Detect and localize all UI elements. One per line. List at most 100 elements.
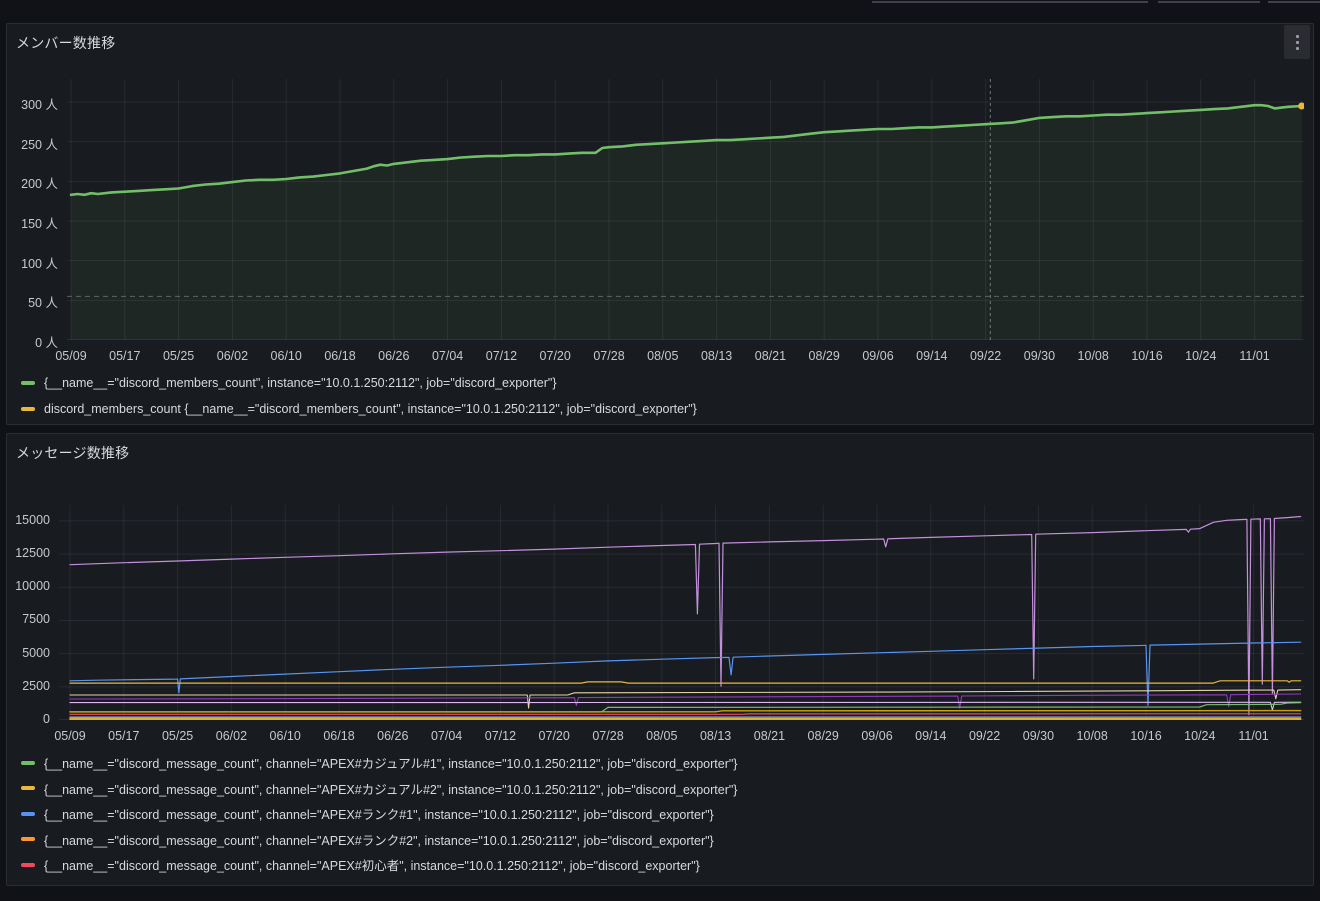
legend-item[interactable]: {__name__="discord_message_count", chann… (21, 776, 737, 802)
x-axis-tick-label: 07/20 (529, 729, 579, 743)
x-axis-tick-label: 09/06 (853, 349, 903, 363)
x-axis-tick-label: 08/13 (691, 729, 741, 743)
legend-series-label: {__name__="discord_message_count", chann… (44, 830, 714, 849)
x-axis-tick-label: 08/05 (638, 349, 688, 363)
y-axis-tick-label: 7500 (22, 612, 50, 626)
x-axis-tick-label: 06/02 (206, 729, 256, 743)
x-axis-tick-label: 06/10 (261, 349, 311, 363)
legend-item[interactable]: {__name__="discord_members_count", insta… (21, 370, 697, 396)
x-axis-tick-label: 09/14 (907, 349, 957, 363)
y-axis-tick-label: 100 人 (21, 253, 58, 272)
x-axis-tick-label: 08/29 (798, 729, 848, 743)
x-axis-tick-label: 07/28 (583, 729, 633, 743)
timeseries-plot[interactable] (67, 79, 1304, 340)
message-count-chart[interactable] (59, 505, 1304, 720)
panel-header: メッセージ数推移 (7, 434, 1313, 468)
toolbar-control-fragment (872, 0, 1148, 3)
x-axis-tick-label: 10/08 (1067, 729, 1117, 743)
x-axis-tick-label: 05/17 (100, 349, 150, 363)
x-axis-tick-label: 09/30 (1013, 729, 1063, 743)
legend-series-swatch-icon (21, 837, 35, 841)
y-axis-tick-label: 0 (43, 712, 50, 726)
chart-legend: {__name__="discord_message_count", chann… (21, 750, 737, 878)
x-axis-tick-label: 06/18 (315, 349, 365, 363)
panel-message-count: メッセージ数推移 {__name__="discord_message_coun… (6, 433, 1314, 886)
x-axis-tick-label: 05/09 (45, 729, 95, 743)
x-axis-tick-label: 06/26 (369, 349, 419, 363)
x-axis-tick-label: 05/25 (154, 349, 204, 363)
panel-title: メンバー数推移 (16, 33, 115, 53)
series-line[interactable] (70, 714, 1301, 715)
series-line[interactable] (70, 681, 1301, 683)
y-axis-tick-label: 5000 (22, 646, 50, 660)
series-line[interactable] (70, 642, 1301, 705)
series-line[interactable] (70, 517, 1301, 715)
y-axis-tick-label: 50 人 (28, 292, 58, 311)
x-axis-tick-label: 08/29 (799, 349, 849, 363)
legend-item[interactable]: {__name__="discord_message_count", chann… (21, 827, 737, 853)
toolbar-control-fragment (1268, 0, 1320, 3)
legend-item[interactable]: {__name__="discord_message_count", chann… (21, 801, 737, 827)
x-axis-tick-label: 10/08 (1068, 349, 1118, 363)
legend-item[interactable]: {__name__="discord_message_count", chann… (21, 750, 737, 776)
x-axis-tick-label: 06/10 (260, 729, 310, 743)
legend-series-swatch-icon (21, 761, 35, 765)
series-line[interactable] (70, 711, 1301, 712)
y-axis-tick-label: 2500 (22, 679, 50, 693)
grid-lines (59, 505, 1304, 720)
legend-series-swatch-icon (21, 812, 35, 816)
x-axis-tick-label: 09/06 (852, 729, 902, 743)
top-toolbar-fragment (0, 0, 1320, 23)
series-fill (71, 105, 1302, 340)
series-line[interactable] (70, 694, 1301, 708)
x-axis-tick-label: 07/28 (584, 349, 634, 363)
member-count-chart[interactable] (67, 79, 1304, 340)
x-axis-tick-label: 10/24 (1176, 349, 1226, 363)
x-axis-tick-label: 05/25 (153, 729, 203, 743)
legend-series-label: {__name__="discord_message_count", chann… (44, 753, 737, 772)
grafana-dashboard: メンバー数推移 {__name__="discord_members_count… (0, 0, 1320, 901)
x-axis-tick-label: 09/30 (1014, 349, 1064, 363)
y-axis-tick-label: 250 人 (21, 134, 58, 153)
legend-item[interactable]: discord_members_count {__name__="discord… (21, 396, 697, 422)
y-axis-tick-label: 150 人 (21, 213, 58, 232)
panel-member-count: メンバー数推移 {__name__="discord_members_count… (6, 23, 1314, 425)
x-axis-tick-label: 05/09 (46, 349, 96, 363)
y-axis-tick-label: 200 人 (21, 173, 58, 192)
x-axis-tick-label: 08/21 (745, 349, 795, 363)
legend-series-label: {__name__="discord_members_count", insta… (44, 376, 557, 390)
x-axis-tick-label: 11/01 (1230, 349, 1280, 363)
panel-title: メッセージ数推移 (16, 443, 129, 463)
x-axis-tick-label: 06/02 (207, 349, 257, 363)
legend-series-swatch-icon (21, 381, 35, 385)
y-axis-tick-label: 12500 (15, 546, 50, 560)
x-axis-tick-label: 08/05 (637, 729, 687, 743)
y-axis-tick-label: 300 人 (21, 94, 58, 113)
x-axis-tick-label: 07/20 (530, 349, 580, 363)
legend-item[interactable]: {__name__="discord_message_count", chann… (21, 852, 737, 878)
panel-header: メンバー数推移 (7, 24, 1313, 58)
x-axis-tick-label: 07/12 (475, 729, 525, 743)
x-axis-tick-label: 09/22 (960, 729, 1010, 743)
x-axis-tick-label: 10/24 (1175, 729, 1225, 743)
x-axis-tick-label: 09/22 (961, 349, 1011, 363)
legend-series-swatch-icon (21, 407, 35, 411)
timeseries-plot[interactable] (59, 505, 1304, 720)
x-axis-tick-label: 08/13 (692, 349, 742, 363)
x-axis-tick-label: 10/16 (1122, 349, 1172, 363)
series-line[interactable] (70, 702, 1301, 710)
x-axis-tick-label: 10/16 (1121, 729, 1171, 743)
y-axis-tick-label: 10000 (15, 579, 50, 593)
x-axis-tick-label: 09/14 (906, 729, 956, 743)
chart-legend: {__name__="discord_members_count", insta… (21, 370, 697, 422)
legend-series-label: {__name__="discord_message_count", chann… (44, 855, 700, 874)
legend-series-swatch-icon (21, 786, 35, 790)
x-axis-tick-label: 06/26 (368, 729, 418, 743)
toolbar-control-fragment (1158, 0, 1260, 3)
y-axis-tick-label: 15000 (15, 513, 50, 527)
x-axis-tick-label: 07/12 (476, 349, 526, 363)
x-axis-tick-label: 07/04 (423, 349, 473, 363)
x-axis-tick-label: 11/01 (1229, 729, 1279, 743)
legend-series-swatch-icon (21, 863, 35, 867)
panel-menu-kebab-icon[interactable] (1284, 25, 1310, 59)
